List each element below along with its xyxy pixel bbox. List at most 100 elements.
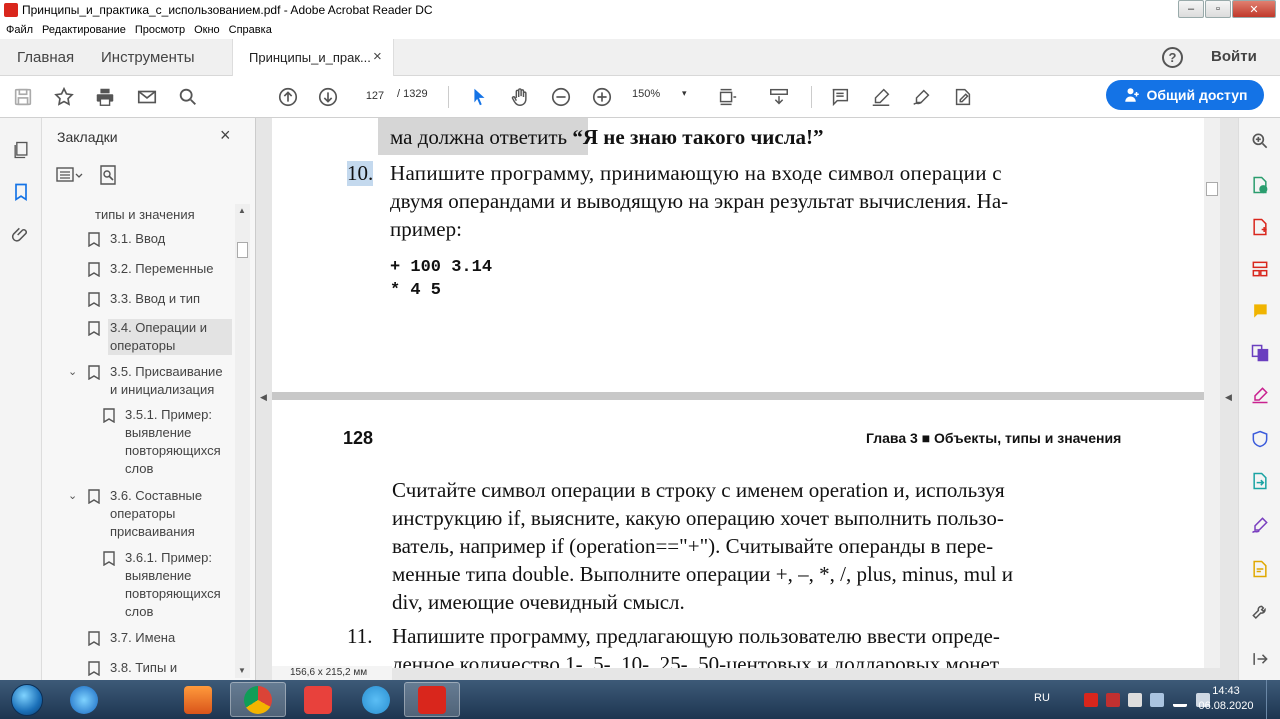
document-view[interactable]: ма должна ответить “Я не знаю такого чис…	[256, 118, 1238, 680]
toolbar-separator	[811, 86, 812, 108]
comment-tool-icon[interactable]	[1249, 300, 1271, 322]
tab-close-icon[interactable]: ×	[373, 48, 382, 65]
tab-tools[interactable]: Инструменты	[101, 49, 195, 66]
tray-app-icon[interactable]	[1084, 693, 1098, 707]
page-number-input[interactable]: 127	[357, 86, 393, 106]
save-icon[interactable]	[10, 84, 36, 110]
email-icon[interactable]	[134, 84, 160, 110]
close-window-button[interactable]: ✕	[1232, 0, 1276, 18]
code-line: * 4 5	[390, 281, 442, 300]
item-number: 11.	[347, 624, 373, 648]
zoom-out-icon[interactable]	[548, 84, 574, 110]
scroll-thumb[interactable]	[237, 242, 248, 258]
bookmark-item[interactable]: 3.6.1. Пример: выявление повторяющихся с…	[103, 549, 221, 621]
scroll-down-icon[interactable]: ▼	[238, 666, 246, 675]
menu-help[interactable]: Справка	[229, 24, 272, 36]
sign-icon[interactable]	[1249, 514, 1271, 536]
protect-icon[interactable]	[1249, 428, 1271, 450]
taskbar-ie[interactable]	[56, 682, 112, 717]
page-total: / 1329	[397, 88, 428, 100]
collapse-right-panel-icon[interactable]: ◀	[1225, 392, 1232, 403]
page-thumbnails-icon[interactable]	[9, 138, 33, 162]
page-fit-icon[interactable]	[714, 84, 740, 110]
document-scrollbar[interactable]	[1204, 118, 1220, 668]
scroll-thumb[interactable]	[1206, 182, 1218, 196]
chevron-down-icon[interactable]: ⌄	[68, 363, 77, 381]
search-icon[interactable]	[175, 84, 201, 110]
tab-document[interactable]: Принципы_и_прак... ×	[232, 39, 394, 76]
options-menu-icon[interactable]	[54, 165, 84, 185]
menu-window[interactable]: Окно	[194, 24, 220, 36]
bookmark-item[interactable]: 3.1. Ввод	[88, 230, 165, 248]
zoom-tool-icon[interactable]	[1249, 130, 1271, 152]
sign-in-button[interactable]: Войти	[1211, 48, 1257, 65]
highlight-pen-icon[interactable]	[868, 84, 894, 110]
network-icon[interactable]	[1173, 693, 1187, 707]
maximize-button[interactable]: ▫	[1205, 0, 1231, 18]
taskbar-anydesk[interactable]	[290, 682, 346, 717]
certificate-icon[interactable]	[1249, 558, 1271, 580]
tray-app-icon[interactable]	[1128, 693, 1142, 707]
chrome-icon	[244, 685, 272, 714]
create-pdf-icon[interactable]	[1249, 216, 1271, 238]
collapse-pane-icon[interactable]	[1249, 648, 1271, 670]
bookmarks-list: типы и значения 3.1. Ввод 3.2. Переменны…	[42, 202, 237, 678]
comment-icon[interactable]	[827, 84, 853, 110]
tray-app-icon[interactable]	[1150, 693, 1164, 707]
bookmark-item[interactable]: 3.2. Переменные	[88, 260, 213, 278]
share-button[interactable]: Общий доступ	[1106, 80, 1264, 110]
bookmark-item[interactable]: 3.5.1. Пример: выявление повторяющихся с…	[103, 406, 221, 478]
chevron-down-icon[interactable]: ⌄	[68, 487, 77, 505]
bookmark-star-icon[interactable]	[51, 84, 77, 110]
minimize-button[interactable]: –	[1178, 0, 1204, 18]
scroll-mode-icon[interactable]	[766, 84, 792, 110]
scroll-up-icon[interactable]: ▲	[238, 206, 246, 215]
attachments-icon[interactable]	[9, 223, 33, 247]
find-bookmark-icon[interactable]	[98, 164, 118, 186]
menu-edit[interactable]: Редактирование	[42, 24, 126, 36]
print-icon[interactable]	[92, 84, 118, 110]
bookmarks-scrollbar[interactable]: ▲ ▼	[235, 204, 250, 678]
collapse-left-panel-icon[interactable]: ◀	[260, 392, 267, 403]
bookmark-item[interactable]: 3.7. Имена	[88, 629, 175, 647]
tray-app-icon[interactable]	[1106, 693, 1120, 707]
tab-home[interactable]: Главная	[17, 49, 74, 66]
previous-page-icon[interactable]	[275, 84, 301, 110]
show-desktop-button[interactable]	[1266, 680, 1280, 719]
send-for-review-icon[interactable]	[1249, 470, 1271, 492]
clock[interactable]: 14:43 06.08.2020	[1196, 684, 1256, 714]
bookmark-item[interactable]: ⌄ 3.5. Присваивание и инициализация	[68, 363, 223, 399]
hand-tool-icon[interactable]	[507, 84, 533, 110]
taskbar-acrobat[interactable]	[404, 682, 460, 717]
bookmark-item-selected[interactable]: 3.4. Операции и операторы	[88, 319, 232, 355]
bookmark-icon	[88, 292, 100, 307]
menu-view[interactable]: Просмотр	[135, 24, 185, 36]
bookmark-item[interactable]: 3.3. Ввод и тип	[88, 290, 200, 308]
fill-sign-icon[interactable]	[950, 84, 976, 110]
language-indicator[interactable]: RU	[1034, 692, 1050, 704]
draw-icon[interactable]	[909, 84, 935, 110]
menu-file[interactable]: Файл	[6, 24, 33, 36]
bookmark-item[interactable]: типы и значения	[95, 206, 195, 224]
fill-sign-tool-icon[interactable]	[1249, 384, 1271, 406]
combine-files-icon[interactable]	[1249, 342, 1271, 364]
taskbar-chrome[interactable]	[230, 682, 286, 717]
organize-pages-icon[interactable]	[1249, 258, 1271, 280]
help-icon[interactable]: ?	[1162, 47, 1183, 68]
start-button[interactable]	[2, 681, 52, 718]
taskbar-telegram[interactable]	[348, 682, 404, 717]
bookmarks-toolbar	[54, 162, 118, 188]
bookmark-item[interactable]: ⌄ 3.6. Составные операторы присваивания	[68, 487, 202, 541]
next-page-icon[interactable]	[315, 84, 341, 110]
taskbar-media-player[interactable]	[170, 682, 226, 717]
select-cursor-icon[interactable]	[466, 84, 492, 110]
zoom-in-icon[interactable]	[589, 84, 615, 110]
clock-date: 06.08.2020	[1198, 700, 1254, 712]
export-pdf-icon[interactable]	[1249, 174, 1271, 196]
zoom-dropdown[interactable]: 150% ▾	[632, 88, 692, 100]
close-panel-icon[interactable]: ×	[220, 125, 231, 146]
more-tools-icon[interactable]	[1249, 602, 1271, 624]
bookmark-item[interactable]: 3.8. Типы и	[88, 659, 177, 677]
bookmarks-panel-icon[interactable]	[9, 180, 33, 204]
window-title: Принципы_и_практика_с_использованием.pdf…	[22, 3, 433, 17]
